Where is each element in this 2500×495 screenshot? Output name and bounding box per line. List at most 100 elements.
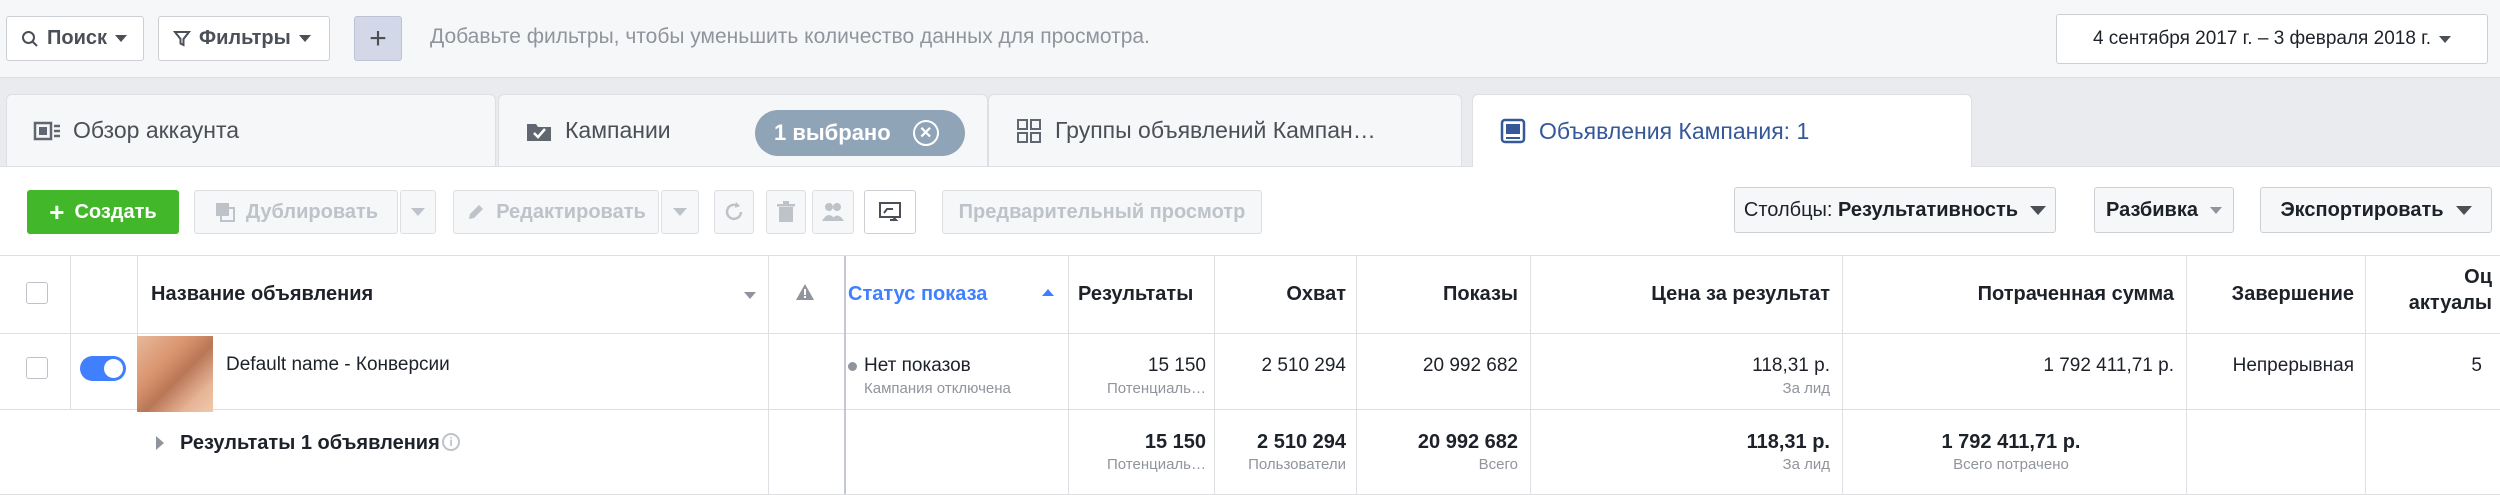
summary-impressions: 20 992 682 [1417, 431, 1518, 453]
filter-bar: Поиск Фильтры + Добавьте фильтры, чтобы … [0, 0, 2500, 78]
selection-pill[interactable]: 1 выбрано ✕ [755, 110, 965, 156]
header-impressions[interactable]: Показы [1362, 283, 1518, 306]
edit-dropdown[interactable] [661, 190, 699, 234]
chevron-down-icon[interactable] [744, 292, 756, 299]
status-text: Нет показов [864, 355, 971, 376]
refresh-button[interactable] [714, 190, 754, 234]
columns-value: Результативность [1838, 198, 2019, 221]
breakdown-label: Разбивка [2106, 198, 2198, 221]
results-value: 15 150 [1147, 355, 1206, 376]
tab-label: Кампании [565, 117, 671, 143]
expand-icon[interactable] [156, 436, 164, 450]
people-icon [822, 203, 844, 221]
compare-icon [879, 202, 901, 221]
cost-value: 118,31 р. [1752, 355, 1830, 376]
create-label: Создать [74, 200, 157, 223]
impressions-value: 20 992 682 [1422, 355, 1518, 376]
header-cost-per-result[interactable]: Цена за результат [1536, 283, 1830, 306]
trash-icon [777, 201, 795, 222]
preview-button[interactable]: Предварительный просмотр [942, 190, 1262, 234]
cost-subtext: За лид [1782, 380, 1830, 397]
search-label: Поиск [47, 27, 108, 49]
summary-reach: 2 510 294 [1257, 431, 1346, 453]
account-overview-icon [33, 121, 60, 140]
status-subtext: Кампания отключена [864, 380, 1011, 397]
info-icon[interactable]: i [442, 433, 460, 451]
summary-spent: 1 792 411,71 р. [1941, 431, 2081, 453]
relevance-value: 5 [2471, 355, 2482, 376]
ad-toggle[interactable] [80, 356, 126, 381]
breakdown-button[interactable]: Разбивка [2094, 187, 2234, 233]
select-all-checkbox[interactable] [26, 282, 48, 304]
columns-label: Столбцы: Результативность [1744, 199, 2018, 222]
summary-reach-subtext: Пользователи [1248, 456, 1346, 473]
date-range-picker[interactable]: 4 сентября 2017 г. – 3 февраля 2018 г. [2056, 14, 2488, 64]
export-button[interactable]: Экспортировать [2260, 187, 2492, 233]
summary-label: Результаты 1 объявления [180, 432, 440, 454]
ad-icon [1500, 118, 1526, 144]
ad-thumbnail [137, 336, 213, 412]
header-relevance-line2[interactable]: актуалы [2372, 292, 2492, 315]
tab-account-overview[interactable]: Обзор аккаунта [6, 94, 496, 166]
header-status[interactable]: Статус показа [848, 283, 987, 306]
ad-name[interactable]: Default name - Конверсии [226, 354, 450, 376]
grid-icon [1017, 118, 1041, 143]
plus-icon: + [49, 196, 65, 227]
filters-label: Фильтры [199, 27, 291, 49]
summary-results: 15 150 [1144, 431, 1206, 453]
summary-cost: 118,31 р. [1746, 431, 1830, 453]
chevron-down-icon [2209, 206, 2222, 214]
chevron-down-icon [2030, 205, 2047, 215]
columns-button[interactable]: Столбцы: Результативность [1734, 187, 2056, 233]
columns-prefix: Столбцы: [1743, 198, 1833, 221]
ads-panel: + Создать Дублировать Редактировать Пред… [0, 166, 2500, 495]
header-amount-spent[interactable]: Потраченная сумма [1848, 283, 2174, 306]
tab-label: Группы объявлений Кампан… [1055, 117, 1376, 143]
row-checkbox[interactable] [26, 357, 48, 379]
chevron-down-icon [411, 208, 425, 216]
duplicate-icon [215, 203, 235, 222]
chevron-down-icon [673, 208, 687, 216]
status-dot [848, 362, 857, 371]
sort-ascending-icon [1042, 289, 1054, 296]
plus-icon: + [369, 21, 387, 55]
search-icon [22, 30, 38, 47]
duplicate-button[interactable]: Дублировать [194, 190, 398, 234]
date-range-label: 4 сентября 2017 г. – 3 февраля 2018 г. [2092, 28, 2432, 49]
compare-button[interactable] [864, 190, 916, 234]
tab-ads[interactable]: Объявления Кампания: 1 [1472, 94, 1972, 167]
create-button[interactable]: + Создать [27, 190, 179, 234]
duplicate-label: Дублировать [245, 200, 379, 223]
search-button[interactable]: Поиск [6, 16, 144, 61]
delete-button[interactable] [766, 190, 806, 234]
toolbar: + Создать Дублировать Редактировать Пред… [0, 167, 2500, 255]
header-relevance-line1[interactable]: Оц [2372, 266, 2492, 289]
chevron-down-icon [298, 35, 311, 42]
summary-results-subtext: Потенциаль… [1106, 456, 1206, 473]
header-ends[interactable]: Завершение [2192, 283, 2354, 306]
close-icon[interactable]: ✕ [912, 120, 939, 146]
filter-hint: Добавьте фильтры, чтобы уменьшить количе… [430, 25, 1150, 48]
reach-value: 2 510 294 [1261, 355, 1346, 376]
summary-impressions-subtext: Всего [1478, 456, 1518, 473]
add-filter-button[interactable]: + [354, 16, 402, 61]
header-name[interactable]: Название объявления [151, 283, 373, 306]
export-label: Экспортировать [2280, 198, 2444, 221]
duplicate-dropdown[interactable] [400, 190, 436, 234]
tab-label: Обзор аккаунта [73, 117, 240, 143]
ends-value: Непрерывная [2232, 355, 2354, 376]
edit-label: Редактировать [496, 200, 646, 223]
funnel-icon [173, 30, 191, 47]
audience-button[interactable] [812, 190, 854, 234]
tab-ad-sets[interactable]: Группы объявлений Кампан… [988, 94, 1462, 166]
tab-label: Объявления Кампания: 1 [1539, 117, 1810, 144]
pencil-icon [469, 205, 484, 219]
header-results[interactable]: Результаты [1078, 283, 1206, 306]
edit-button[interactable]: Редактировать [453, 190, 659, 234]
header-reach[interactable]: Охват [1220, 283, 1346, 306]
filters-button[interactable]: Фильтры [158, 16, 330, 61]
warning-icon [796, 284, 814, 300]
spent-value: 1 792 411,71 р. [2043, 355, 2174, 376]
chevron-down-icon [2439, 35, 2452, 43]
refresh-icon [725, 202, 743, 221]
